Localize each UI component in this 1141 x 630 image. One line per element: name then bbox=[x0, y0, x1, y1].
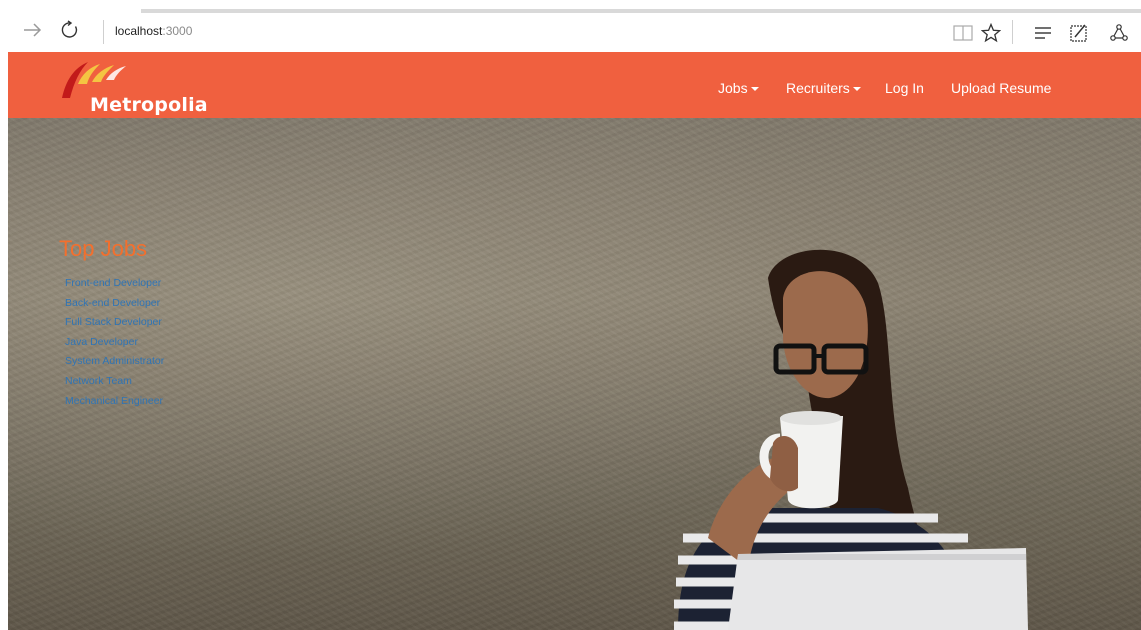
job-link-front-end-developer[interactable]: Front-end Developer bbox=[65, 274, 164, 294]
web-note-icon[interactable] bbox=[1068, 22, 1090, 44]
nav-upload-resume-link[interactable]: Upload Resume bbox=[951, 80, 1051, 96]
top-jobs-heading: Top Jobs bbox=[59, 236, 148, 261]
metropolia-logo[interactable]: Metropolia bbox=[56, 60, 236, 116]
hero-photo-woman-with-laptop bbox=[674, 249, 1028, 630]
page-load-progress-bar bbox=[141, 9, 1141, 13]
top-jobs-list: Front-end Developer Back-end Developer F… bbox=[65, 274, 164, 411]
back-arrow-icon[interactable] bbox=[20, 18, 44, 42]
job-link-mechanical-engineer[interactable]: Mechanical Engineer bbox=[65, 392, 164, 412]
job-link-full-stack-developer[interactable]: Full Stack Developer bbox=[65, 313, 164, 333]
caret-down-icon bbox=[750, 87, 759, 92]
site-navbar: Metropolia Jobs Recruiters Log In Upload… bbox=[8, 52, 1141, 118]
favorite-star-icon[interactable] bbox=[980, 22, 1002, 44]
url-port: :3000 bbox=[162, 24, 193, 38]
job-link-network-team[interactable]: Network Team bbox=[65, 372, 164, 392]
caret-down-icon bbox=[852, 87, 861, 92]
nav-recruiters-label: Recruiters bbox=[786, 80, 850, 96]
nav-login-link[interactable]: Log In bbox=[885, 80, 924, 96]
logo-text: Metropolia bbox=[90, 94, 208, 116]
address-bar[interactable]: localhost:3000 bbox=[115, 24, 192, 38]
nav-jobs-dropdown[interactable]: Jobs bbox=[718, 80, 759, 96]
browser-toolbar: localhost:3000 bbox=[0, 0, 1141, 52]
refresh-icon[interactable] bbox=[58, 18, 82, 42]
toolbar-divider bbox=[1012, 20, 1013, 44]
job-link-java-developer[interactable]: Java Developer bbox=[65, 333, 164, 353]
share-icon[interactable] bbox=[1108, 22, 1130, 44]
hero-banner: Top Jobs Front-end Developer Back-end De… bbox=[8, 118, 1141, 630]
reading-view-icon[interactable] bbox=[952, 22, 974, 44]
hub-icon[interactable] bbox=[1032, 22, 1054, 44]
nav-recruiters-dropdown[interactable]: Recruiters bbox=[786, 80, 861, 96]
job-link-back-end-developer[interactable]: Back-end Developer bbox=[65, 294, 164, 314]
url-host: localhost bbox=[115, 24, 163, 38]
address-bar-divider bbox=[103, 20, 104, 44]
nav-jobs-label: Jobs bbox=[718, 80, 748, 96]
job-link-system-administrator[interactable]: System Administrator bbox=[65, 352, 164, 372]
